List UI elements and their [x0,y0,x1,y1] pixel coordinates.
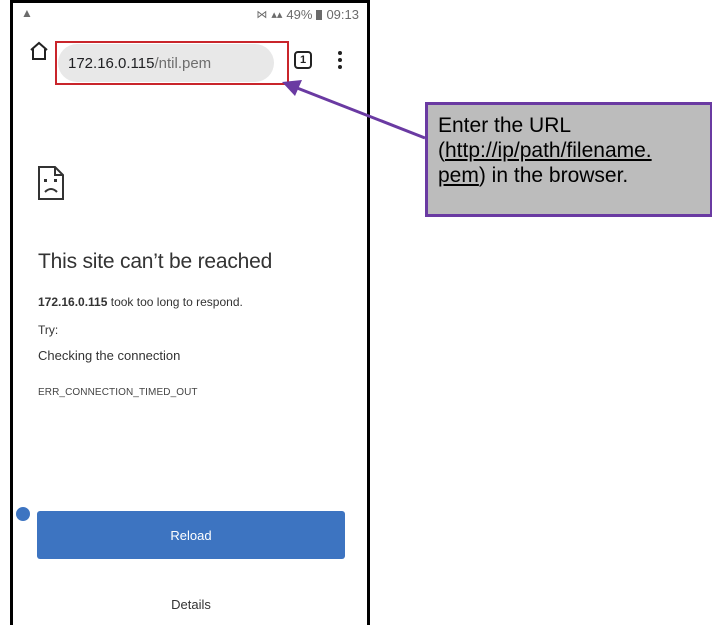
battery-percent: 49% [286,7,313,22]
home-icon[interactable] [27,39,51,63]
error-message: took too long to respond. [107,295,243,309]
callout-link-part1: http://ip/path/filename. [445,139,652,162]
error-code: ERR_CONNECTION_TIMED_OUT [38,387,198,398]
sad-page-icon [37,165,65,201]
error-description: 172.16.0.115 took too long to respond. [38,295,243,309]
touch-indicator [16,507,30,521]
try-label: Try: [38,323,59,337]
callout-line3: pem) in the browser. [438,163,700,188]
url-bar[interactable]: 172.16.0.115/ntil.pem [58,44,274,82]
reload-button[interactable]: Reload [37,511,345,559]
tabs-icon[interactable]: 1 [294,51,312,69]
phone-screen: ▲ ⋈ ▴▴ 49% 09:13 172.16.0.115/ntil.pem 1… [10,0,370,625]
callout-link-part2: pem [438,164,479,187]
browser-toolbar: 172.16.0.115/ntil.pem 1 [13,27,367,85]
more-vert-icon[interactable] [333,47,347,73]
mute-icon: ⋈ [256,9,268,21]
callout-trailing: ) in the browser. [478,164,629,187]
callout-line1: Enter the URL [438,114,572,137]
tab-count: 1 [299,54,307,66]
url-path: /ntil.pem [154,54,212,72]
status-bar: ▲ ⋈ ▴▴ 49% 09:13 [13,3,367,25]
error-title: This site can’t be reached [38,250,273,273]
clock: 09:13 [326,7,359,22]
status-right: ⋈ ▴▴ 49% 09:13 [256,7,359,22]
signal-icon: ▴▴ [271,9,283,21]
instruction-callout: Enter the URL (http://ip/path/filename. … [425,102,712,217]
details-button[interactable]: Details [37,593,345,615]
url-host: 172.16.0.115 [68,54,155,72]
suggestion-item: Checking the connection [38,348,181,363]
error-host: 172.16.0.115 [38,295,108,309]
warning-triangle-icon: ▲ [21,6,33,20]
battery-icon [316,9,323,20]
callout-line2: (http://ip/path/filename. [438,139,652,162]
